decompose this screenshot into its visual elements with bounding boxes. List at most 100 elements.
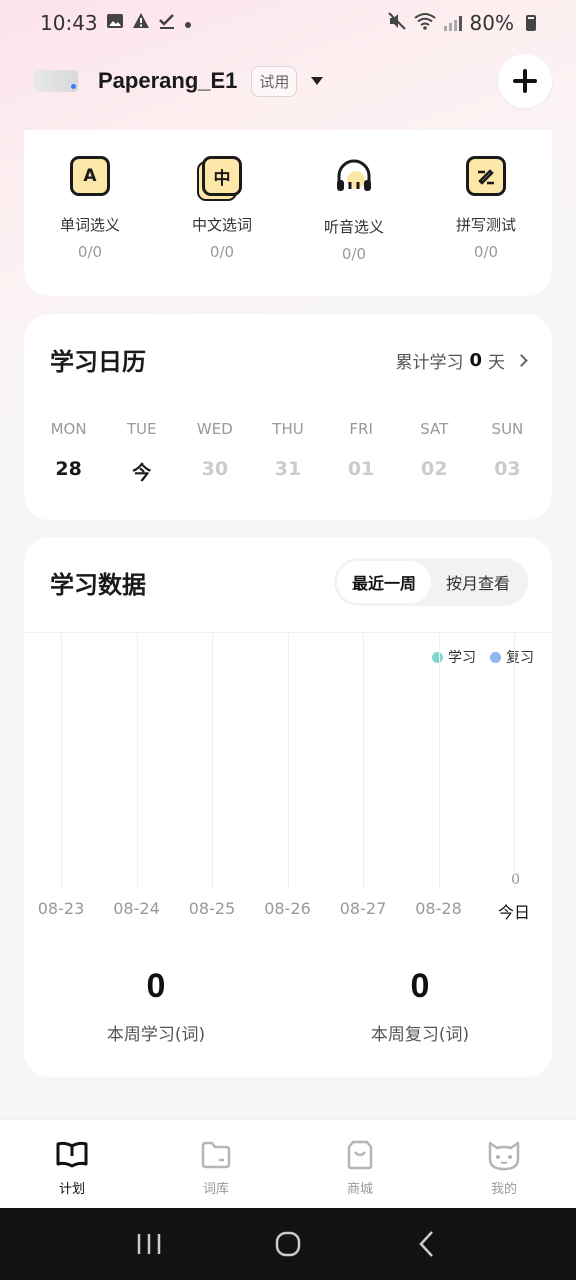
chart-grid-line — [438, 633, 440, 890]
day-date: 01 — [347, 458, 375, 480]
chart-grid-line — [212, 633, 213, 890]
chart-grid-line — [61, 633, 62, 890]
check-notification-icon — [158, 12, 176, 35]
mode-chinese-word[interactable]: 中 中文选词 0/0 — [156, 154, 288, 296]
device-thumbnail[interactable] — [34, 70, 78, 92]
week-row: MON 28 TUE 今 WED 30 THU 31 FRI 01 SAT 02… — [32, 420, 544, 485]
mode-count: 0/0 — [77, 243, 103, 261]
status-left: 10:43 — [40, 11, 192, 35]
gallery-notification-icon — [106, 12, 124, 35]
nav-shop[interactable]: 商城 — [288, 1120, 432, 1208]
back-icon — [418, 1231, 433, 1257]
cell-signal-icon — [443, 15, 462, 31]
more-notifications-dot-icon — [184, 13, 192, 34]
day-sat[interactable]: SAT 02 — [398, 420, 471, 485]
day-date: 31 — [274, 458, 302, 480]
day-date: 30 — [201, 458, 229, 480]
stat-value: 0 — [146, 967, 166, 1005]
mode-count: 0/0 — [209, 243, 235, 261]
day-thu[interactable]: THU 31 — [251, 420, 324, 485]
cat-face-icon — [486, 1138, 522, 1172]
headphones-icon — [332, 154, 376, 198]
nav-wordbank[interactable]: 词库 — [144, 1120, 288, 1208]
calendar-title: 学习日历 — [50, 348, 146, 376]
chart-grid-line — [136, 633, 138, 890]
y-axis-zero-label: 0 — [511, 872, 520, 888]
pencil-edit-icon — [466, 156, 506, 196]
legend-item-review: 复习 — [490, 647, 534, 667]
study-data-card: 学习数据 最近一周 按月查看 学习 复习 0 08-23 08-24 08-25 08… — [24, 537, 552, 1077]
mode-label: 拼写测试 — [455, 216, 516, 234]
legend-dot-study — [432, 651, 443, 663]
cumulative-suffix: 天 — [488, 353, 505, 373]
day-date: 28 — [55, 458, 82, 480]
mode-count: 0/0 — [473, 243, 499, 261]
stat-weekly-study: 0 本周学习(词) — [24, 967, 288, 1045]
day-wed[interactable]: WED 30 — [178, 420, 251, 485]
chart-grid-line — [363, 633, 364, 890]
x-tick-label: 08-23 — [37, 899, 85, 918]
tab-by-month[interactable]: 按月查看 — [431, 561, 525, 603]
day-date: 02 — [421, 458, 448, 480]
cumulative-study-link[interactable]: 累计学习 0 天 — [395, 348, 528, 373]
battery-icon — [526, 15, 536, 31]
nav-label: 词库 — [202, 1182, 229, 1197]
mute-icon — [387, 11, 406, 35]
day-name: THU — [272, 420, 304, 438]
chart-grid-line — [514, 633, 515, 890]
status-time: 10:43 — [40, 11, 98, 35]
nav-label: 商城 — [346, 1182, 373, 1197]
mode-count: 0/0 — [341, 245, 367, 263]
day-mon[interactable]: MON 28 — [32, 420, 105, 485]
back-button[interactable] — [397, 1214, 457, 1274]
mode-label: 听音选义 — [323, 218, 384, 236]
recent-apps-icon — [138, 1234, 161, 1254]
x-tick-label: 今日 — [497, 903, 531, 922]
device-name[interactable]: Paperang_E1 — [98, 68, 237, 94]
plus-icon — [513, 69, 537, 93]
add-button[interactable] — [498, 54, 552, 108]
chart-legend: 学习 复习 — [432, 647, 534, 667]
battery-percent: 80% — [469, 11, 514, 35]
caret-down-icon[interactable] — [311, 77, 324, 85]
study-data-title: 学习数据 — [50, 571, 146, 599]
day-sun[interactable]: SUN 03 — [471, 420, 544, 485]
day-fri[interactable]: FRI 01 — [325, 420, 398, 485]
cumulative-prefix: 累计学习 — [395, 353, 464, 373]
day-date: 03 — [494, 458, 521, 480]
nav-plan[interactable]: 计划 — [0, 1120, 144, 1208]
x-tick-label: 08-28 — [415, 899, 462, 918]
letter-a-icon: A — [70, 156, 110, 196]
nav-label: 我的 — [490, 1182, 517, 1197]
status-bar: 10:43 80% — [0, 0, 576, 46]
tab-recent-week[interactable]: 最近一周 — [337, 561, 431, 603]
mode-label: 单词选义 — [59, 216, 120, 234]
status-right: 80% — [387, 11, 536, 35]
system-navigation-bar — [0, 1208, 576, 1280]
chart-grid-line — [287, 633, 289, 890]
recent-apps-button[interactable] — [119, 1214, 179, 1274]
stat-label: 本周学习(词) — [106, 1025, 206, 1045]
nav-mine[interactable]: 我的 — [432, 1120, 576, 1208]
mode-listening[interactable]: 听音选义 0/0 — [288, 154, 420, 296]
mode-word-meaning[interactable]: A 单词选义 0/0 — [24, 154, 156, 296]
x-axis-labels: 08-23 08-24 08-25 08-26 08-27 08-28 今日 — [24, 899, 552, 923]
day-name: SUN — [491, 420, 524, 438]
day-name: MON — [50, 420, 87, 438]
folder-icon — [200, 1138, 232, 1172]
day-name: TUE — [126, 420, 157, 438]
weekly-stats: 0 本周学习(词) 0 本周复习(词) — [24, 967, 552, 1045]
chinese-char-icon: 中 — [202, 156, 242, 196]
day-name: FRI — [349, 420, 373, 438]
x-tick-label: 08-25 — [188, 899, 236, 918]
book-icon — [55, 1138, 89, 1172]
mode-spelling-test[interactable]: 拼写测试 0/0 — [420, 154, 552, 296]
nav-label: 计划 — [58, 1182, 85, 1197]
x-tick-label: 08-26 — [264, 899, 311, 918]
period-toggle: 最近一周 按月查看 — [334, 558, 528, 606]
legend-label: 学习 — [448, 650, 476, 666]
legend-dot-review — [490, 651, 501, 663]
stat-value: 0 — [410, 967, 430, 1005]
day-tue[interactable]: TUE 今 — [105, 420, 178, 485]
home-button[interactable] — [258, 1214, 318, 1274]
